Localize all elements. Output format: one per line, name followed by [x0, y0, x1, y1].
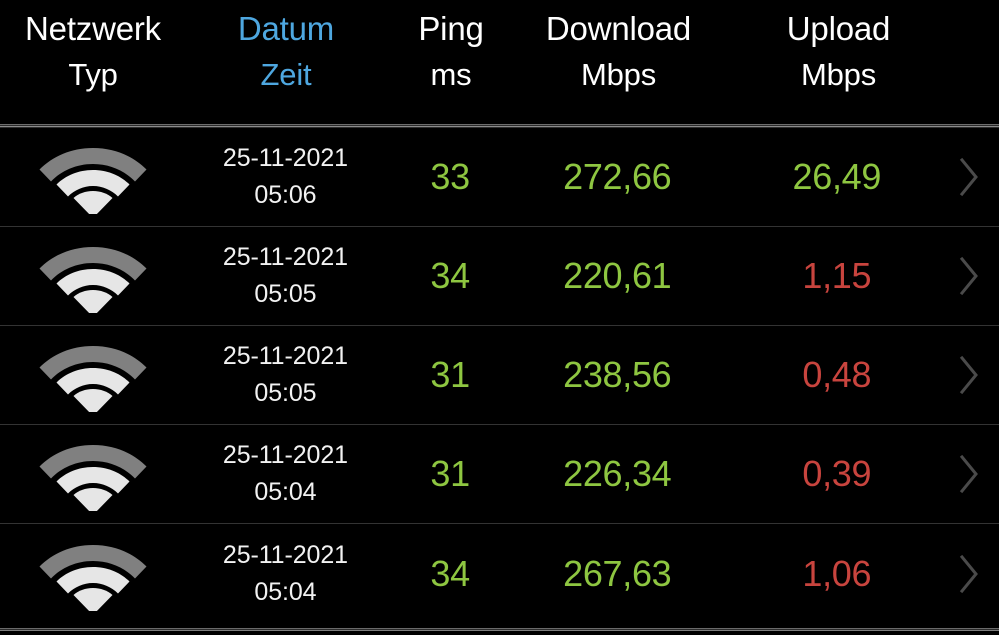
- column-header-datetime-line2: Zeit: [260, 56, 312, 92]
- row-download-value: 238,56: [563, 354, 672, 395]
- row-upload-value: 26,49: [792, 156, 882, 197]
- row-detail-chevron[interactable]: [954, 326, 999, 424]
- cell-network-type: [0, 128, 186, 226]
- column-header-upload[interactable]: Upload Mbps: [721, 6, 956, 97]
- cell-download: 267,63: [515, 524, 720, 623]
- column-header-ping-line2: ms: [430, 56, 472, 92]
- cell-upload: 0,48: [720, 326, 955, 424]
- row-ping-value: 34: [430, 552, 470, 594]
- cell-download: 238,56: [515, 326, 720, 424]
- row-download-value: 226,34: [563, 453, 672, 494]
- cell-ping: 31: [385, 425, 515, 523]
- row-date: 25-11-2021: [222, 441, 348, 469]
- table-row[interactable]: 25-11-2021 05:06 33 272,66 26,49: [0, 128, 999, 227]
- column-header-upload-line2: Mbps: [800, 56, 876, 92]
- table-row[interactable]: 25-11-2021 05:04 31 226,34 0,39: [0, 425, 999, 524]
- row-detail-chevron[interactable]: [954, 524, 999, 623]
- row-ping-value: 31: [430, 453, 470, 494]
- cell-datetime: 25-11-2021 05:06: [186, 128, 386, 226]
- row-time: 05:06: [254, 181, 317, 209]
- cell-network-type: [0, 425, 186, 523]
- row-download-value: 220,61: [563, 255, 672, 296]
- cell-upload: 0,39: [720, 425, 955, 523]
- cell-ping: 31: [385, 326, 515, 424]
- wifi-icon: [39, 148, 147, 214]
- row-ping-value: 34: [430, 255, 470, 296]
- cell-datetime: 25-11-2021 05:05: [186, 326, 386, 424]
- row-date: 25-11-2021: [222, 243, 348, 271]
- cell-network-type: [0, 524, 186, 623]
- cell-ping: 34: [385, 227, 515, 325]
- cell-ping: 33: [385, 128, 515, 226]
- chevron-right-icon[interactable]: [956, 552, 982, 596]
- row-upload-value: 0,39: [802, 453, 872, 494]
- cell-download: 272,66: [515, 128, 720, 226]
- row-time: 05:05: [254, 280, 317, 308]
- row-upload-value: 0,48: [802, 354, 872, 395]
- cell-upload: 1,15: [720, 227, 955, 325]
- cell-network-type: [0, 326, 186, 424]
- row-detail-chevron[interactable]: [954, 227, 999, 325]
- cell-datetime: 25-11-2021 05:05: [186, 227, 386, 325]
- row-time: 05:04: [254, 577, 317, 606]
- row-ping-value: 33: [430, 156, 470, 197]
- row-date: 25-11-2021: [222, 144, 348, 172]
- wifi-icon: [39, 346, 147, 412]
- row-time: 05:04: [254, 478, 317, 506]
- column-header-network-type-line1: Netzwerk: [25, 10, 161, 47]
- column-header-datetime-line1: Datum: [237, 10, 335, 47]
- speedtest-history-screen: Netzwerk Typ Datum Zeit Ping ms Download…: [0, 0, 999, 635]
- cell-download: 220,61: [515, 227, 720, 325]
- column-header-upload-line1: Upload: [786, 10, 891, 47]
- row-download-value: 267,63: [563, 552, 672, 594]
- results-list: 25-11-2021 05:06 33 272,66 26,49 25-11-2021 05…: [0, 128, 999, 623]
- row-date: 25-11-2021: [222, 342, 348, 370]
- row-download-value: 272,66: [563, 156, 672, 197]
- table-row[interactable]: 25-11-2021 05:05 34 220,61 1,15: [0, 227, 999, 326]
- cell-network-type: [0, 227, 186, 325]
- wifi-icon: [39, 544, 147, 611]
- chevron-right-icon[interactable]: [956, 353, 982, 397]
- row-detail-chevron[interactable]: [954, 128, 999, 226]
- column-header-ping[interactable]: Ping ms: [386, 6, 516, 97]
- chevron-right-icon[interactable]: [956, 254, 982, 298]
- row-time: 05:05: [254, 379, 317, 407]
- column-header-download[interactable]: Download Mbps: [516, 6, 721, 97]
- row-upload-value: 1,06: [802, 552, 872, 594]
- cell-ping: 34: [385, 524, 515, 623]
- cell-datetime: 25-11-2021 05:04: [186, 425, 386, 523]
- cell-datetime: 25-11-2021 05:04: [186, 524, 386, 623]
- wifi-icon: [39, 247, 147, 313]
- row-upload-value: 1,15: [802, 255, 872, 296]
- table-header: Netzwerk Typ Datum Zeit Ping ms Download…: [0, 0, 999, 124]
- column-header-network-type-line2: Typ: [68, 56, 118, 92]
- chevron-right-icon[interactable]: [956, 452, 982, 496]
- table-row[interactable]: 25-11-2021 05:05 31 238,56 0,48: [0, 326, 999, 425]
- wifi-icon: [39, 445, 147, 511]
- column-header-datetime[interactable]: Datum Zeit: [186, 6, 386, 97]
- row-date: 25-11-2021: [222, 540, 348, 569]
- bottom-divider: [0, 628, 999, 631]
- column-header-download-line2: Mbps: [580, 56, 656, 92]
- cell-upload: 1,06: [720, 524, 955, 623]
- cell-upload: 26,49: [720, 128, 955, 226]
- row-ping-value: 31: [430, 354, 470, 395]
- chevron-right-icon[interactable]: [956, 155, 982, 199]
- column-header-ping-line1: Ping: [418, 10, 484, 47]
- column-header-network-type[interactable]: Netzwerk Typ: [0, 6, 186, 97]
- table-row[interactable]: 25-11-2021 05:04 34 267,63 1,06: [0, 524, 999, 623]
- column-header-download-line1: Download: [545, 10, 692, 47]
- row-detail-chevron[interactable]: [954, 425, 999, 523]
- cell-download: 226,34: [515, 425, 720, 523]
